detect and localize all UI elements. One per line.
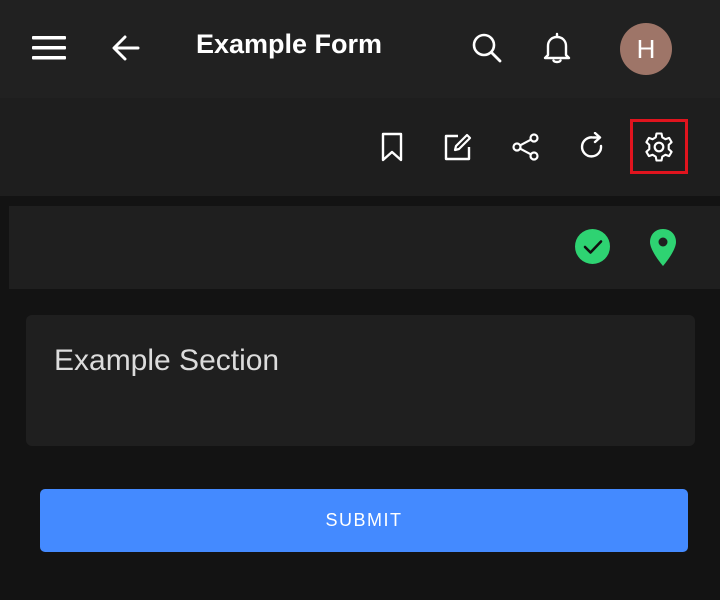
search-icon[interactable]: [463, 24, 511, 72]
bell-icon[interactable]: [533, 24, 581, 72]
back-arrow-icon[interactable]: [102, 24, 150, 72]
edit-icon[interactable]: [434, 123, 482, 171]
status-bar: [9, 206, 720, 289]
menu-icon[interactable]: [25, 24, 73, 72]
action-toolbar: [0, 98, 720, 196]
section-title: Example Section: [54, 344, 280, 377]
section-card: Example Section: [26, 315, 695, 446]
app-bar: Example Form H: [0, 0, 720, 98]
check-circle-icon: [575, 229, 610, 264]
location-pin-icon: [648, 228, 678, 268]
avatar[interactable]: H: [620, 23, 672, 75]
refresh-icon[interactable]: [569, 123, 617, 171]
page-title: Example Form: [196, 29, 383, 59]
share-icon[interactable]: [502, 123, 550, 171]
settings-highlight-box: [630, 119, 688, 174]
bookmark-icon[interactable]: [368, 123, 416, 171]
submit-button[interactable]: SUBMIT: [40, 489, 688, 552]
